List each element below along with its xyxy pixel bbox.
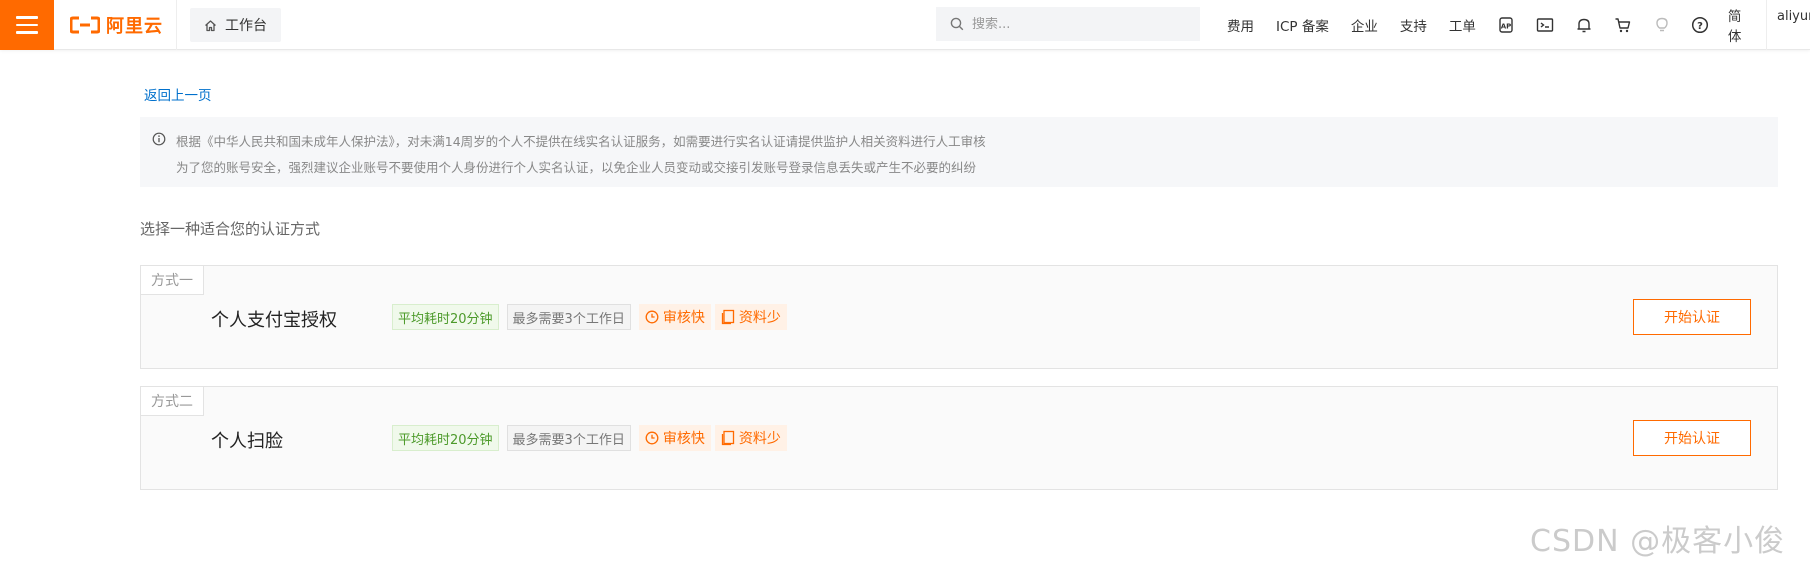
- header-nav: 费用 ICP 备案 企业 支持 工单 AP ? 简体 aliyu: [1216, 0, 1810, 50]
- method-badges: 平均耗时20分钟 最多需要3个工作日 审核快 资料少: [392, 304, 787, 330]
- svg-text:?: ?: [1697, 21, 1703, 32]
- back-link[interactable]: 返回上一页: [144, 84, 212, 104]
- notice-text-minor-policy: 根据《中华人民共和国未成年人保护法》，对未满14周岁的个人不提供在线实名认证服务…: [176, 134, 986, 149]
- aliyun-logo-icon: [70, 16, 100, 34]
- badge-fast-review: 审核快: [638, 425, 711, 451]
- verification-method-card: 方式一 个人支付宝授权 平均耗时20分钟 最多需要3个工作日 审核快 资料少 开…: [140, 265, 1778, 369]
- brand-name: 阿里云: [106, 16, 163, 37]
- nav-enterprise[interactable]: 企业: [1340, 15, 1389, 35]
- badge-less-docs: 资料少: [714, 304, 787, 330]
- section-title: 选择一种适合您的认证方式: [140, 220, 321, 238]
- search-box[interactable]: [936, 7, 1200, 41]
- badge-less-docs-label: 资料少: [738, 310, 781, 326]
- help-icon[interactable]: ?: [1681, 0, 1720, 50]
- cart-icon[interactable]: [1603, 0, 1642, 50]
- start-verification-button[interactable]: 开始认证: [1633, 420, 1751, 456]
- language-switch[interactable]: 简体: [1720, 5, 1766, 45]
- terminal-icon[interactable]: [1526, 0, 1565, 50]
- method-name: 个人扫脸: [211, 431, 283, 452]
- badge-fast-review-label: 审核快: [662, 431, 705, 447]
- method-tag: 方式一: [141, 266, 204, 295]
- notice-box: 根据《中华人民共和国未成年人保护法》，对未满14周岁的个人不提供在线实名认证服务…: [140, 117, 1778, 187]
- nav-ticket[interactable]: 工单: [1438, 15, 1487, 35]
- badge-average-time: 平均耗时20分钟: [392, 304, 499, 330]
- badge-average-time: 平均耗时20分钟: [392, 425, 499, 451]
- clock-icon: [645, 431, 659, 445]
- lightbulb-icon[interactable]: [1642, 0, 1681, 50]
- badge-fast-review: 审核快: [638, 304, 711, 330]
- nav-support[interactable]: 支持: [1389, 15, 1438, 35]
- home-icon: [205, 19, 216, 31]
- verification-method-card: 方式二 个人扫脸 平均耗时20分钟 最多需要3个工作日 审核快 资料少 开始认证: [140, 386, 1778, 490]
- search-input[interactable]: [972, 16, 1182, 32]
- notice-text-account-security: 为了您的账号安全，强烈建议企业账号不要使用个人身份进行个人实名认证，以免企业人员…: [176, 160, 977, 175]
- method-badges: 平均耗时20分钟 最多需要3个工作日 审核快 资料少: [392, 425, 787, 451]
- svg-text:AP: AP: [1501, 23, 1512, 31]
- nav-billing[interactable]: 费用: [1216, 15, 1265, 35]
- bell-icon[interactable]: [1565, 0, 1604, 50]
- aliyun-logo[interactable]: 阿里云: [70, 13, 163, 37]
- nav-icp-filing[interactable]: ICP 备案: [1265, 15, 1340, 35]
- badge-fast-review-label: 审核快: [662, 310, 705, 326]
- search-icon: [950, 17, 964, 31]
- menu-line: [16, 23, 38, 27]
- badge-less-docs-label: 资料少: [738, 431, 781, 447]
- badge-max-days: 最多需要3个工作日: [506, 425, 631, 451]
- document-icon: [721, 309, 734, 325]
- header-divider: [176, 0, 177, 50]
- workbench-label: 工作台: [225, 18, 267, 34]
- api-icon[interactable]: AP: [1487, 0, 1526, 50]
- method-name: 个人支付宝授权: [211, 310, 337, 331]
- info-icon: [152, 132, 166, 146]
- hamburger-menu-button[interactable]: [0, 0, 54, 50]
- user-account[interactable]: aliyun: [1767, 0, 1810, 50]
- workbench-button[interactable]: 工作台: [190, 8, 281, 42]
- menu-line: [16, 16, 38, 19]
- top-navigation-bar: 阿里云 工作台 费用 ICP 备案 企业 支持 工单 AP: [0, 0, 1810, 50]
- start-verification-button[interactable]: 开始认证: [1633, 299, 1751, 335]
- clock-icon: [645, 310, 659, 324]
- document-icon: [721, 430, 734, 446]
- badge-max-days: 最多需要3个工作日: [506, 304, 631, 330]
- menu-line: [16, 31, 38, 34]
- csdn-watermark: CSDN @极客小俊: [1530, 524, 1786, 559]
- badge-less-docs: 资料少: [714, 425, 787, 451]
- method-tag: 方式二: [141, 387, 204, 416]
